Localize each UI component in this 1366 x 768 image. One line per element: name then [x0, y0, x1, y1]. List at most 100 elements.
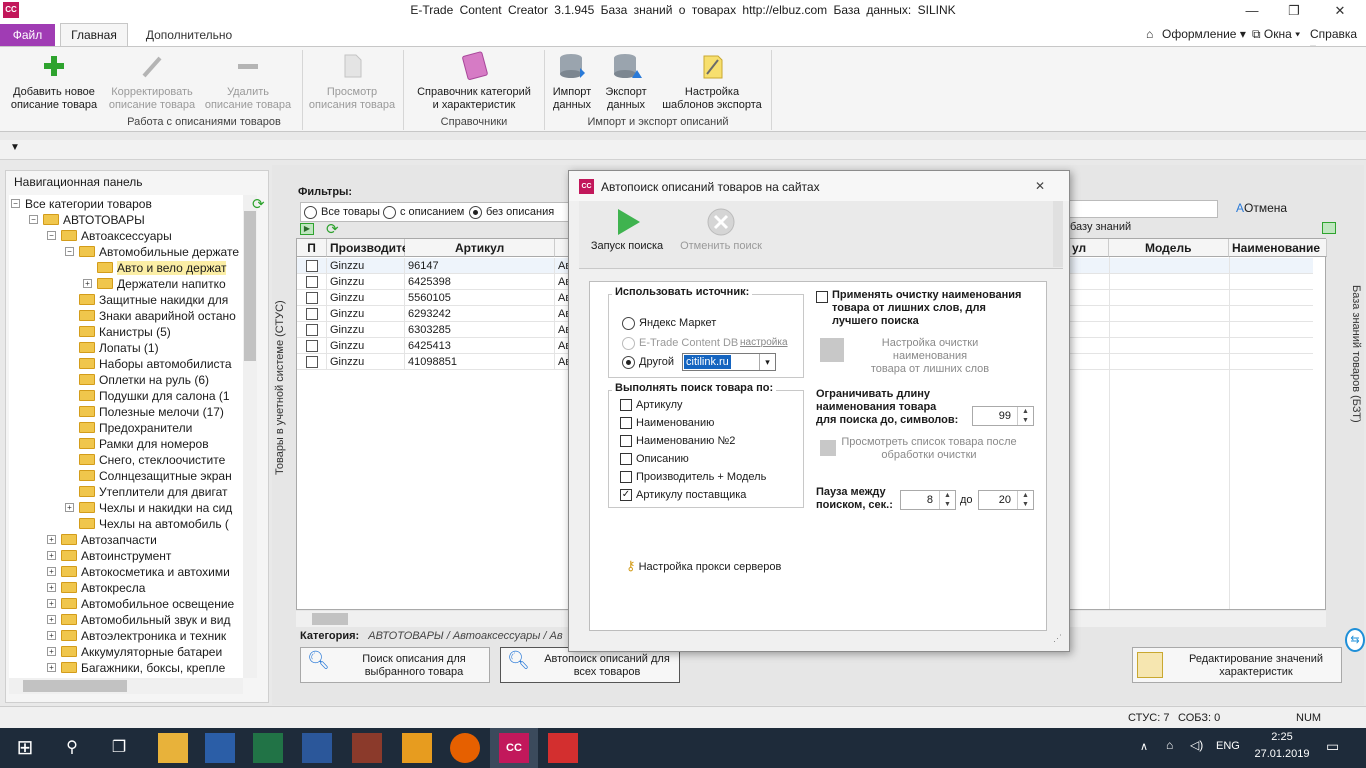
clean-setup-icon[interactable]: [820, 338, 844, 362]
tree-node[interactable]: Канистры (5): [79, 324, 171, 340]
screenshot-app-icon[interactable]: [548, 733, 578, 763]
restore-icon[interactable]: ❐: [1286, 3, 1302, 19]
explorer-icon[interactable]: [158, 733, 188, 763]
refresh-icon[interactable]: ⟳: [252, 195, 268, 213]
tree-hscroll-thumb[interactable]: [23, 680, 127, 692]
tree-expander-icon[interactable]: +: [47, 631, 56, 640]
qat-dropdown-icon[interactable]: ▼: [10, 142, 20, 153]
export-templates-button[interactable]: Настройка шаблонов экспорта: [655, 50, 769, 112]
tree-expander-icon[interactable]: −: [11, 199, 20, 208]
cancel-search-button[interactable]: AОтмена: [1236, 201, 1287, 215]
tree-node[interactable]: Знаки аварийной остано: [79, 308, 236, 324]
search-by-checkbox[interactable]: Наименованию: [620, 416, 714, 430]
search-taskbar-icon[interactable]: ⚲: [57, 733, 87, 763]
tree-expander-icon[interactable]: +: [47, 583, 56, 592]
tree-node[interactable]: Оплетки на руль (6): [79, 372, 209, 388]
search-by-checkbox[interactable]: Производитель + Модель: [620, 470, 766, 484]
tree-scroll-thumb[interactable]: [244, 211, 256, 361]
tree-node[interactable]: Багажники, боксы, крепле: [61, 660, 225, 676]
tree-node[interactable]: Подушки для салона (1: [79, 388, 230, 404]
tree-node[interactable]: Снего, стеклоочистите: [79, 452, 225, 468]
tree-node[interactable]: Автоаксессуары: [61, 228, 172, 244]
pause-to-stepper[interactable]: 20 ▲ ▼: [978, 490, 1034, 510]
tree-expander-icon[interactable]: +: [47, 567, 56, 576]
col-header-ul[interactable]: ул: [1069, 239, 1109, 257]
kb-expand-icon[interactable]: [1322, 222, 1336, 234]
tree-expander-icon[interactable]: +: [47, 647, 56, 656]
tree-node[interactable]: Автомобильный звук и вид: [61, 612, 231, 628]
network-icon[interactable]: ⌂: [1166, 738, 1173, 752]
tree-node[interactable]: Автомобильное освещение: [61, 596, 234, 612]
row-checkbox[interactable]: [305, 340, 318, 353]
search-by-checkbox[interactable]: Наименованию №2: [620, 434, 735, 448]
source-setup-link[interactable]: настройка: [740, 336, 788, 350]
search-description-button[interactable]: 🔍︎ Поиск описания для выбранного товара: [300, 647, 490, 683]
tree-expander-icon[interactable]: +: [65, 503, 74, 512]
tree-node[interactable]: Автоинструмент: [61, 548, 171, 564]
tree-node[interactable]: Все категории товаров: [25, 196, 152, 212]
spinner-arrows-icon[interactable]: ▲ ▼: [1017, 491, 1033, 509]
tree-node[interactable]: Держатели напитко: [97, 276, 226, 292]
word-icon[interactable]: [302, 733, 332, 763]
tab-extra[interactable]: Дополнительно: [134, 25, 244, 45]
tree-node[interactable]: Лопаты (1): [79, 340, 159, 356]
tree-node[interactable]: Авто и вело держат: [97, 260, 227, 276]
taskbar-active-app[interactable]: CC: [490, 728, 538, 768]
grid-vertical-scrollbar[interactable]: [1313, 239, 1325, 609]
add-description-button[interactable]: Добавить новое описание товара: [6, 50, 102, 112]
menu-windows[interactable]: ⧉ Окна ▾: [1252, 27, 1300, 42]
export-data-button[interactable]: Экспорт данных: [600, 50, 652, 112]
tree-node[interactable]: Чехлы на автомобиль (: [79, 516, 229, 532]
excel-icon[interactable]: [253, 733, 283, 763]
col-header-article[interactable]: Артикул: [405, 239, 555, 257]
filter-without-radio[interactable]: без описания: [469, 205, 554, 219]
col-header-extra[interactable]: [555, 239, 569, 257]
row-checkbox[interactable]: [305, 308, 318, 321]
tree-node[interactable]: Наборы автомобилиста: [79, 356, 232, 372]
firefox-icon[interactable]: [450, 733, 480, 763]
clock-time[interactable]: 2:25: [1252, 731, 1312, 743]
proxy-settings-button[interactable]: ⚷ Настройка прокси серверов: [626, 558, 781, 574]
tree-node[interactable]: Автоэлектроника и техник: [61, 628, 226, 644]
teamviewer-icon[interactable]: ⇆: [1345, 628, 1365, 652]
windows-start-icon[interactable]: ⊞: [10, 733, 40, 763]
dialog-close-icon[interactable]: ✕: [1035, 179, 1045, 193]
minimize-icon[interactable]: —: [1244, 3, 1260, 19]
tree-vertical-scrollbar[interactable]: [243, 195, 257, 678]
source-yandex-radio[interactable]: Яндекс Маркет: [622, 316, 716, 330]
source-etrade-radio[interactable]: E-Trade Content DB: [622, 336, 738, 350]
row-checkbox[interactable]: [305, 276, 318, 289]
home-icon[interactable]: ⌂: [1146, 27, 1153, 41]
tree-expander-icon[interactable]: −: [29, 215, 38, 224]
tree-node[interactable]: Солнцезащитные экран: [79, 468, 232, 484]
mail-icon[interactable]: [402, 733, 432, 763]
search-by-checkbox[interactable]: Артикулу: [620, 398, 683, 412]
resize-grip-icon[interactable]: ⋰: [1053, 633, 1062, 644]
filter-all-radio[interactable]: Все товары: [304, 205, 380, 219]
save-app-icon[interactable]: [205, 733, 235, 763]
tree-expander-icon[interactable]: +: [83, 279, 92, 288]
edit-characteristics-button[interactable]: Редактирование значений характеристик: [1132, 647, 1342, 683]
chevron-down-icon[interactable]: ▾: [759, 354, 775, 370]
view-list-icon[interactable]: [820, 440, 836, 456]
tree-node[interactable]: Автокресла: [61, 580, 145, 596]
tree-node[interactable]: Автокосметика и автохими: [61, 564, 230, 580]
tree-node[interactable]: Утеплители для двигат: [79, 484, 227, 500]
row-checkbox[interactable]: [305, 324, 318, 337]
clean-setup-button[interactable]: Настройка очистки наименования товара от…: [844, 337, 1016, 376]
cancel-search-dialog-button[interactable]: Отменить поиск: [675, 207, 767, 252]
tree-expander-icon[interactable]: +: [47, 551, 56, 560]
row-checkbox[interactable]: [305, 292, 318, 305]
source-other-radio[interactable]: Другой: [622, 355, 674, 369]
spinner-arrows-icon[interactable]: ▲ ▼: [939, 491, 955, 509]
start-search-button[interactable]: Запуск поиска: [587, 207, 667, 252]
tab-file[interactable]: Файл: [0, 24, 55, 46]
tree-horizontal-scrollbar[interactable]: [9, 678, 243, 694]
tree-node[interactable]: Автомобильные держате: [79, 244, 239, 260]
grid-hscroll-thumb[interactable]: [312, 613, 348, 625]
task-view-icon[interactable]: ❐: [104, 733, 134, 763]
delete-description-button[interactable]: Удалить описание товара: [200, 50, 296, 112]
tree-node[interactable]: Чехлы и накидки на сид: [79, 500, 232, 516]
grid-refresh-icon[interactable]: ⟳: [326, 220, 339, 238]
notifications-icon[interactable]: ▭: [1326, 738, 1339, 755]
